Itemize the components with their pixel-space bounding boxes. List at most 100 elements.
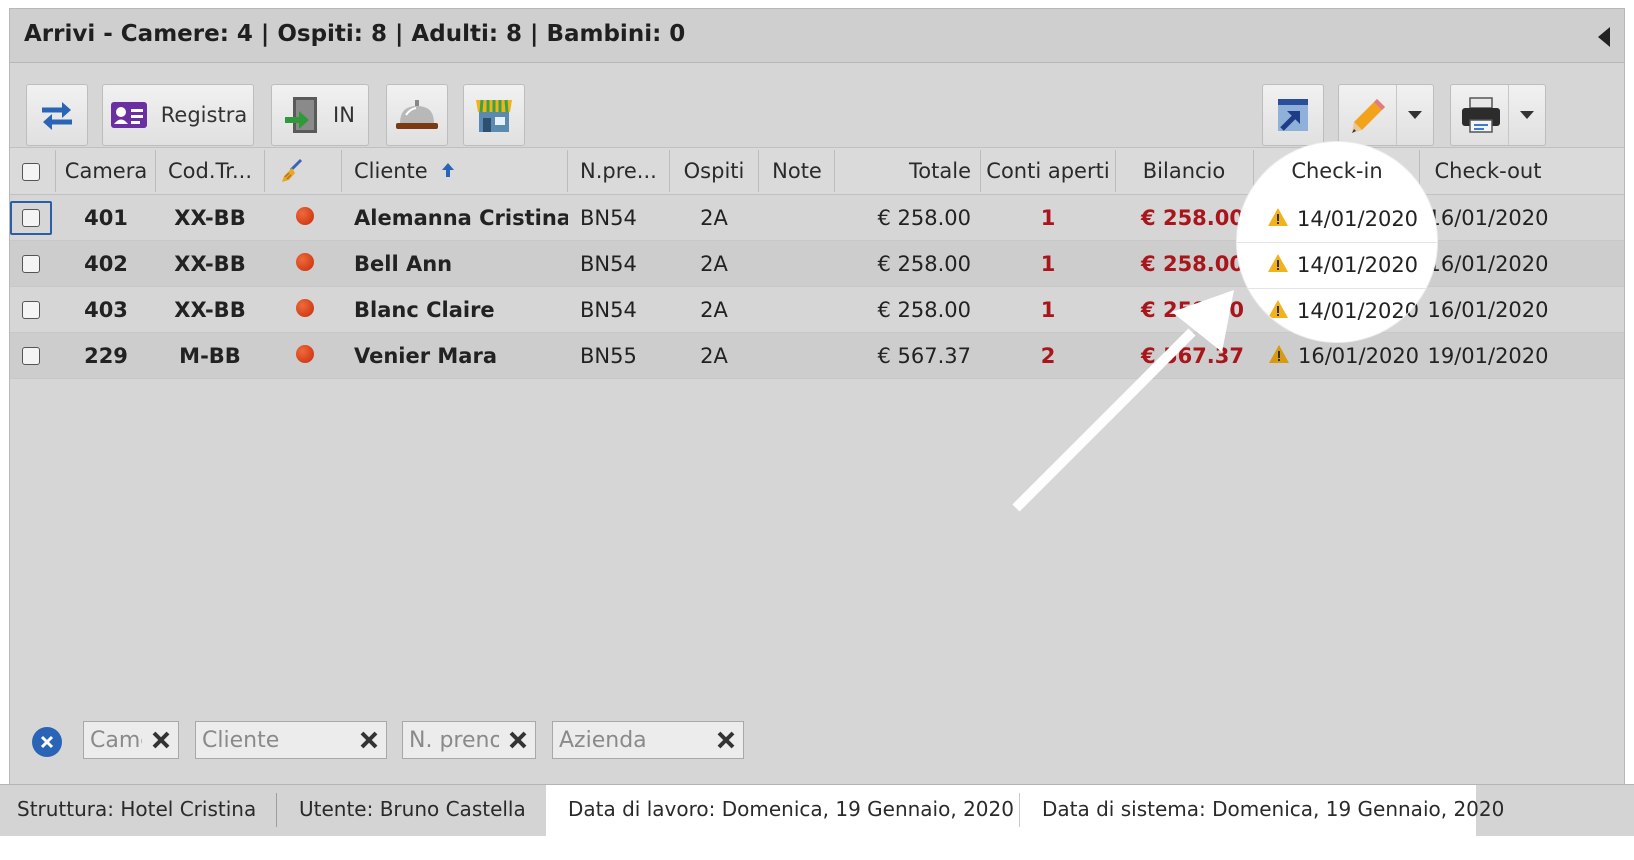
npreno-filter-input[interactable] <box>403 722 505 758</box>
col-conti-aperti[interactable]: Conti aperti <box>981 148 1115 194</box>
spot-checkin-row: 14/01/2020 <box>1267 288 1418 334</box>
col-camera[interactable]: Camera <box>56 148 156 194</box>
print-split-button[interactable] <box>1450 84 1546 146</box>
cell-conti-aperti: 1 <box>1040 298 1056 322</box>
cell-bilancio: € 258.00 <box>1141 252 1244 276</box>
npreno-filter <box>402 721 536 759</box>
clear-field-icon[interactable] <box>150 729 172 751</box>
reception-button[interactable] <box>386 84 448 146</box>
clear-filters-button[interactable] <box>32 727 62 757</box>
panel-header: Arrivi - Camere: 4 | Ospiti: 8 | Adulti:… <box>10 9 1624 63</box>
cell-cliente: Bell Ann <box>354 252 453 276</box>
cell-camera: 229 <box>84 344 128 368</box>
row-checkbox[interactable] <box>22 347 40 365</box>
checkin-button[interactable]: IN <box>271 84 369 146</box>
door-in-icon <box>285 97 318 133</box>
cell-totale: € 258.00 <box>877 252 971 276</box>
refresh-icon <box>42 102 72 130</box>
shop-button[interactable] <box>463 84 525 146</box>
spot-checkin-row: 14/01/2020 <box>1267 196 1418 242</box>
export-button[interactable] <box>1262 84 1324 146</box>
col-checkout[interactable]: Check-out <box>1420 148 1556 194</box>
toolbar: Registra IN <box>10 64 1624 154</box>
cell-bilancio: € 567.37 <box>1141 344 1244 368</box>
shop-icon <box>476 99 512 132</box>
spot-checkin-row: 14/01/2020 <box>1267 242 1418 288</box>
clear-icon <box>40 735 54 749</box>
spot-checkin-header: Check-in <box>1291 159 1383 183</box>
registra-button[interactable]: Registra <box>102 84 254 146</box>
checkin-spotlight: Check-in 14/01/2020 14/01/2020 14/01/202… <box>1237 142 1437 342</box>
cliente-filter-input[interactable] <box>196 722 354 758</box>
checkin-label: IN <box>333 103 355 127</box>
export-icon <box>1278 99 1308 131</box>
reception-bell-icon <box>396 100 438 129</box>
status-bar: Struttura: Hotel Cristina Utente: Bruno … <box>0 784 1634 837</box>
edit-dropdown-arrow[interactable] <box>1396 85 1433 145</box>
print-button[interactable] <box>1451 85 1511 145</box>
row-checkbox[interactable] <box>22 255 40 273</box>
cell-conti-aperti: 1 <box>1040 206 1056 230</box>
status-dot-icon <box>296 345 314 363</box>
printer-icon <box>1462 97 1500 133</box>
azienda-filter-input[interactable] <box>553 722 711 758</box>
cell-camera: 403 <box>84 298 128 322</box>
status-utente: Utente: Bruno Castella <box>299 797 526 821</box>
cell-checkout: 16/01/2020 <box>1427 298 1549 322</box>
status-dot-icon <box>296 299 314 317</box>
status-struttura: Struttura: Hotel Cristina <box>17 797 257 821</box>
col-cliente-label: Cliente <box>354 159 428 183</box>
cell-note <box>759 241 835 287</box>
col-cod-tr[interactable]: Cod.Tr... <box>156 148 264 194</box>
cell-bilancio: € 258.00 <box>1141 298 1244 322</box>
chevron-down-icon <box>1408 111 1422 119</box>
print-dropdown-arrow[interactable] <box>1508 85 1545 145</box>
row-checkbox[interactable] <box>22 209 40 227</box>
camera-filter-input[interactable] <box>84 722 148 758</box>
filter-bar <box>10 719 1624 769</box>
col-housekeeping[interactable] <box>265 148 341 194</box>
checkin-date: 14/01/2020 <box>1297 299 1419 323</box>
panel-title: Arrivi - Camere: 4 | Ospiti: 8 | Adulti:… <box>24 21 686 47</box>
refresh-button[interactable] <box>26 84 88 146</box>
cell-checkout: 19/01/2020 <box>1427 344 1549 368</box>
cell-camera: 401 <box>84 206 128 230</box>
sort-asc-icon <box>442 163 455 177</box>
col-note[interactable]: Note <box>759 148 835 194</box>
cell-ospiti: 2A <box>700 344 728 368</box>
cell-bilancio: € 258.00 <box>1141 206 1244 230</box>
clear-field-icon[interactable] <box>507 729 529 751</box>
col-bilancio[interactable]: Bilancio <box>1116 148 1252 194</box>
col-cliente[interactable]: Cliente <box>354 148 568 194</box>
edit-button[interactable] <box>1339 85 1399 145</box>
collapse-icon[interactable] <box>1598 27 1610 47</box>
cell-cliente: Blanc Claire <box>354 298 495 322</box>
status-dot-icon <box>296 253 314 271</box>
cliente-filter <box>195 721 387 759</box>
camera-filter <box>83 721 179 759</box>
registra-label: Registra <box>160 103 248 127</box>
pencil-icon <box>1352 99 1385 133</box>
clear-field-icon[interactable] <box>358 729 380 751</box>
clear-field-icon[interactable] <box>715 729 737 751</box>
cell-totale: € 258.00 <box>877 206 971 230</box>
cell-n-pre: BN54 <box>580 298 637 322</box>
warning-icon <box>1268 254 1288 272</box>
cell-n-pre: BN54 <box>580 206 637 230</box>
col-ospiti[interactable]: Ospiti <box>670 148 758 194</box>
row-checkbox[interactable] <box>22 301 40 319</box>
table-row[interactable]: 229 M-BB Venier Mara BN55 2A € 567.37 2 … <box>10 333 1624 379</box>
col-totale[interactable]: Totale <box>835 148 971 194</box>
checkin-date: 14/01/2020 <box>1297 207 1419 231</box>
select-all-checkbox[interactable] <box>22 163 40 181</box>
cell-cliente: Alemanna Cristina <box>354 206 568 230</box>
edit-split-button[interactable] <box>1338 84 1434 146</box>
app: Arrivi - Camere: 4 | Ospiti: 8 | Adulti:… <box>0 0 1634 860</box>
cell-ospiti: 2A <box>700 206 728 230</box>
azienda-filter <box>552 721 744 759</box>
cell-cod-tr: M-BB <box>179 344 241 368</box>
chevron-down-icon <box>1520 111 1534 119</box>
cell-cliente: Venier Mara <box>354 344 498 368</box>
warning-icon <box>1269 345 1289 363</box>
col-n-pre[interactable]: N.pre... <box>580 148 670 194</box>
